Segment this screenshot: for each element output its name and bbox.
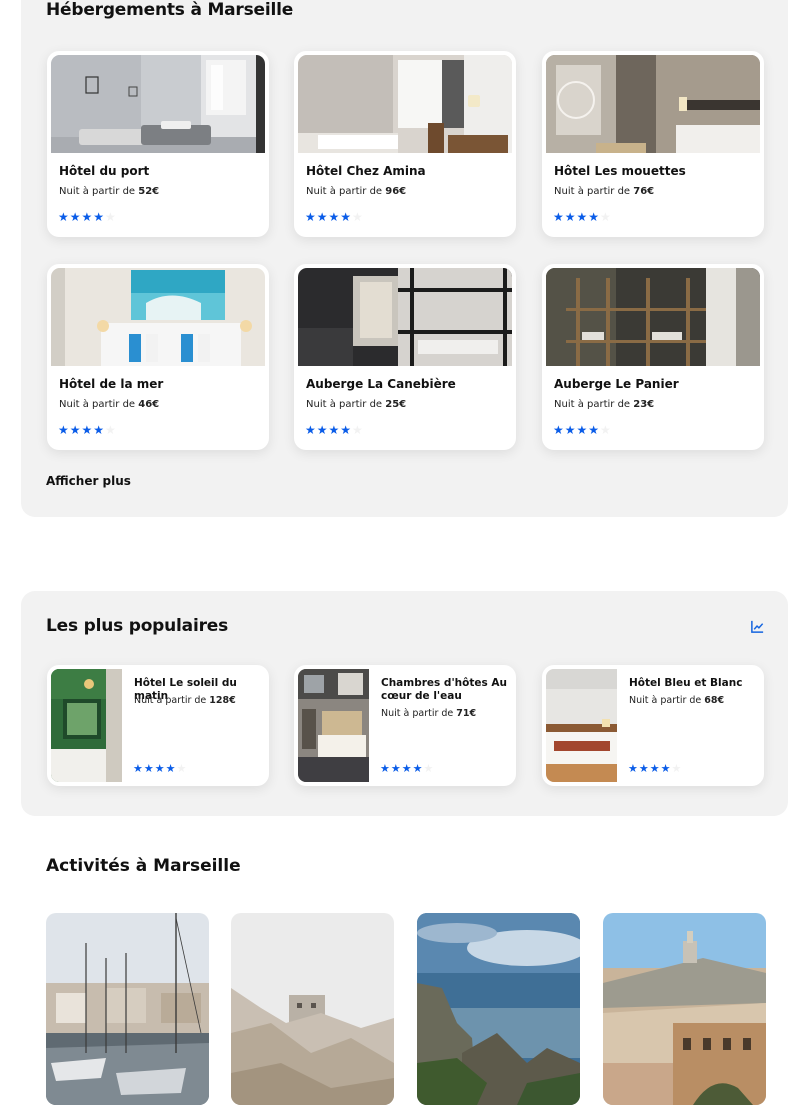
hotel-name: Hôtel Bleu et Blanc — [629, 677, 743, 689]
hotel-photo — [51, 55, 265, 153]
hotel-photo — [298, 268, 512, 366]
hotel-name: Hôtel Les mouettes — [554, 164, 686, 178]
harbor-photo — [46, 913, 209, 1105]
hotel-card-du-port[interactable]: Hôtel du port Nuit à partir de 52€ ★★★★★ — [47, 51, 269, 237]
hotel-card-de-la-mer[interactable]: Hôtel de la mer Nuit à partir de 46€ ★★★… — [47, 264, 269, 450]
star-rating: ★★★★★ — [133, 762, 188, 775]
activities-title: Activités à Marseille — [46, 856, 241, 876]
city-photo — [603, 913, 766, 1105]
star-rating: ★★★★★ — [58, 210, 117, 224]
popular-card-bleu-et-blanc[interactable]: Hôtel Bleu et Blanc Nuit à partir de 68€… — [542, 665, 764, 786]
rocks-photo — [231, 913, 394, 1105]
hotel-name: Chambres d'hôtes Au cœur de l'eau — [381, 677, 507, 702]
hotel-card-chez-amina[interactable]: Hôtel Chez Amina Nuit à partir de 96€ ★★… — [294, 51, 516, 237]
hotel-name: Hôtel Chez Amina — [306, 164, 426, 178]
hotel-name: Auberge La Canebière — [306, 377, 456, 391]
star-rating: ★★★★★ — [553, 423, 612, 437]
show-more-link[interactable]: Afficher plus — [46, 474, 131, 488]
star-rating: ★★★★★ — [380, 762, 435, 775]
popular-card-soleil-du-matin[interactable]: Hôtel Le soleil du matin Nuit à partir d… — [47, 665, 269, 786]
hotel-price: Nuit à partir de 96€ — [306, 186, 407, 197]
star-rating: ★★★★★ — [305, 423, 364, 437]
activity-card-calanques-rocks[interactable] — [231, 913, 394, 1105]
hotel-card-la-canebiere[interactable]: Auberge La Canebière Nuit à partir de 25… — [294, 264, 516, 450]
hotel-name: Hôtel du port — [59, 164, 150, 178]
popular-panel: Les plus populaires Hôtel Le soleil du m… — [21, 591, 788, 816]
hotel-photo — [546, 268, 760, 366]
hotel-price: Nuit à partir de 76€ — [554, 186, 655, 197]
hotel-name: Hôtel de la mer — [59, 377, 164, 391]
hotel-photo — [546, 669, 617, 782]
hotel-photo — [298, 55, 512, 153]
hotel-price: Nuit à partir de 25€ — [306, 399, 407, 410]
star-rating: ★★★★★ — [628, 762, 683, 775]
accommodations-title: Hébergements à Marseille — [46, 0, 294, 20]
hotel-price: Nuit à partir de 23€ — [554, 399, 655, 410]
accommodations-panel: Hébergements à Marseille Hôtel du port N… — [21, 0, 788, 517]
trend-chart-icon[interactable] — [750, 619, 765, 634]
hotel-price: Nuit à partir de 128€ — [134, 695, 236, 706]
hotel-photo — [51, 268, 265, 366]
popular-card-coeur-de-leau[interactable]: Chambres d'hôtes Au cœur de l'eau Nuit à… — [294, 665, 516, 786]
star-rating: ★★★★★ — [58, 423, 117, 437]
hotel-card-les-mouettes[interactable]: Hôtel Les mouettes Nuit à partir de 76€ … — [542, 51, 764, 237]
star-rating: ★★★★★ — [305, 210, 364, 224]
hotel-price: Nuit à partir de 68€ — [629, 695, 725, 706]
hotel-price: Nuit à partir de 46€ — [59, 399, 160, 410]
activity-card-notre-dame[interactable] — [603, 913, 766, 1105]
hotel-price: Nuit à partir de 71€ — [381, 708, 477, 719]
hotel-name: Auberge Le Panier — [554, 377, 679, 391]
hotel-price: Nuit à partir de 52€ — [59, 186, 160, 197]
hotel-photo — [51, 669, 122, 782]
activity-card-old-port[interactable] — [46, 913, 209, 1105]
coast-photo — [417, 913, 580, 1105]
activity-card-calanques-sea[interactable] — [417, 913, 580, 1105]
star-rating: ★★★★★ — [553, 210, 612, 224]
popular-title: Les plus populaires — [46, 616, 229, 636]
hotel-card-le-panier[interactable]: Auberge Le Panier Nuit à partir de 23€ ★… — [542, 264, 764, 450]
hotel-photo — [546, 55, 760, 153]
hotel-photo — [298, 669, 369, 782]
